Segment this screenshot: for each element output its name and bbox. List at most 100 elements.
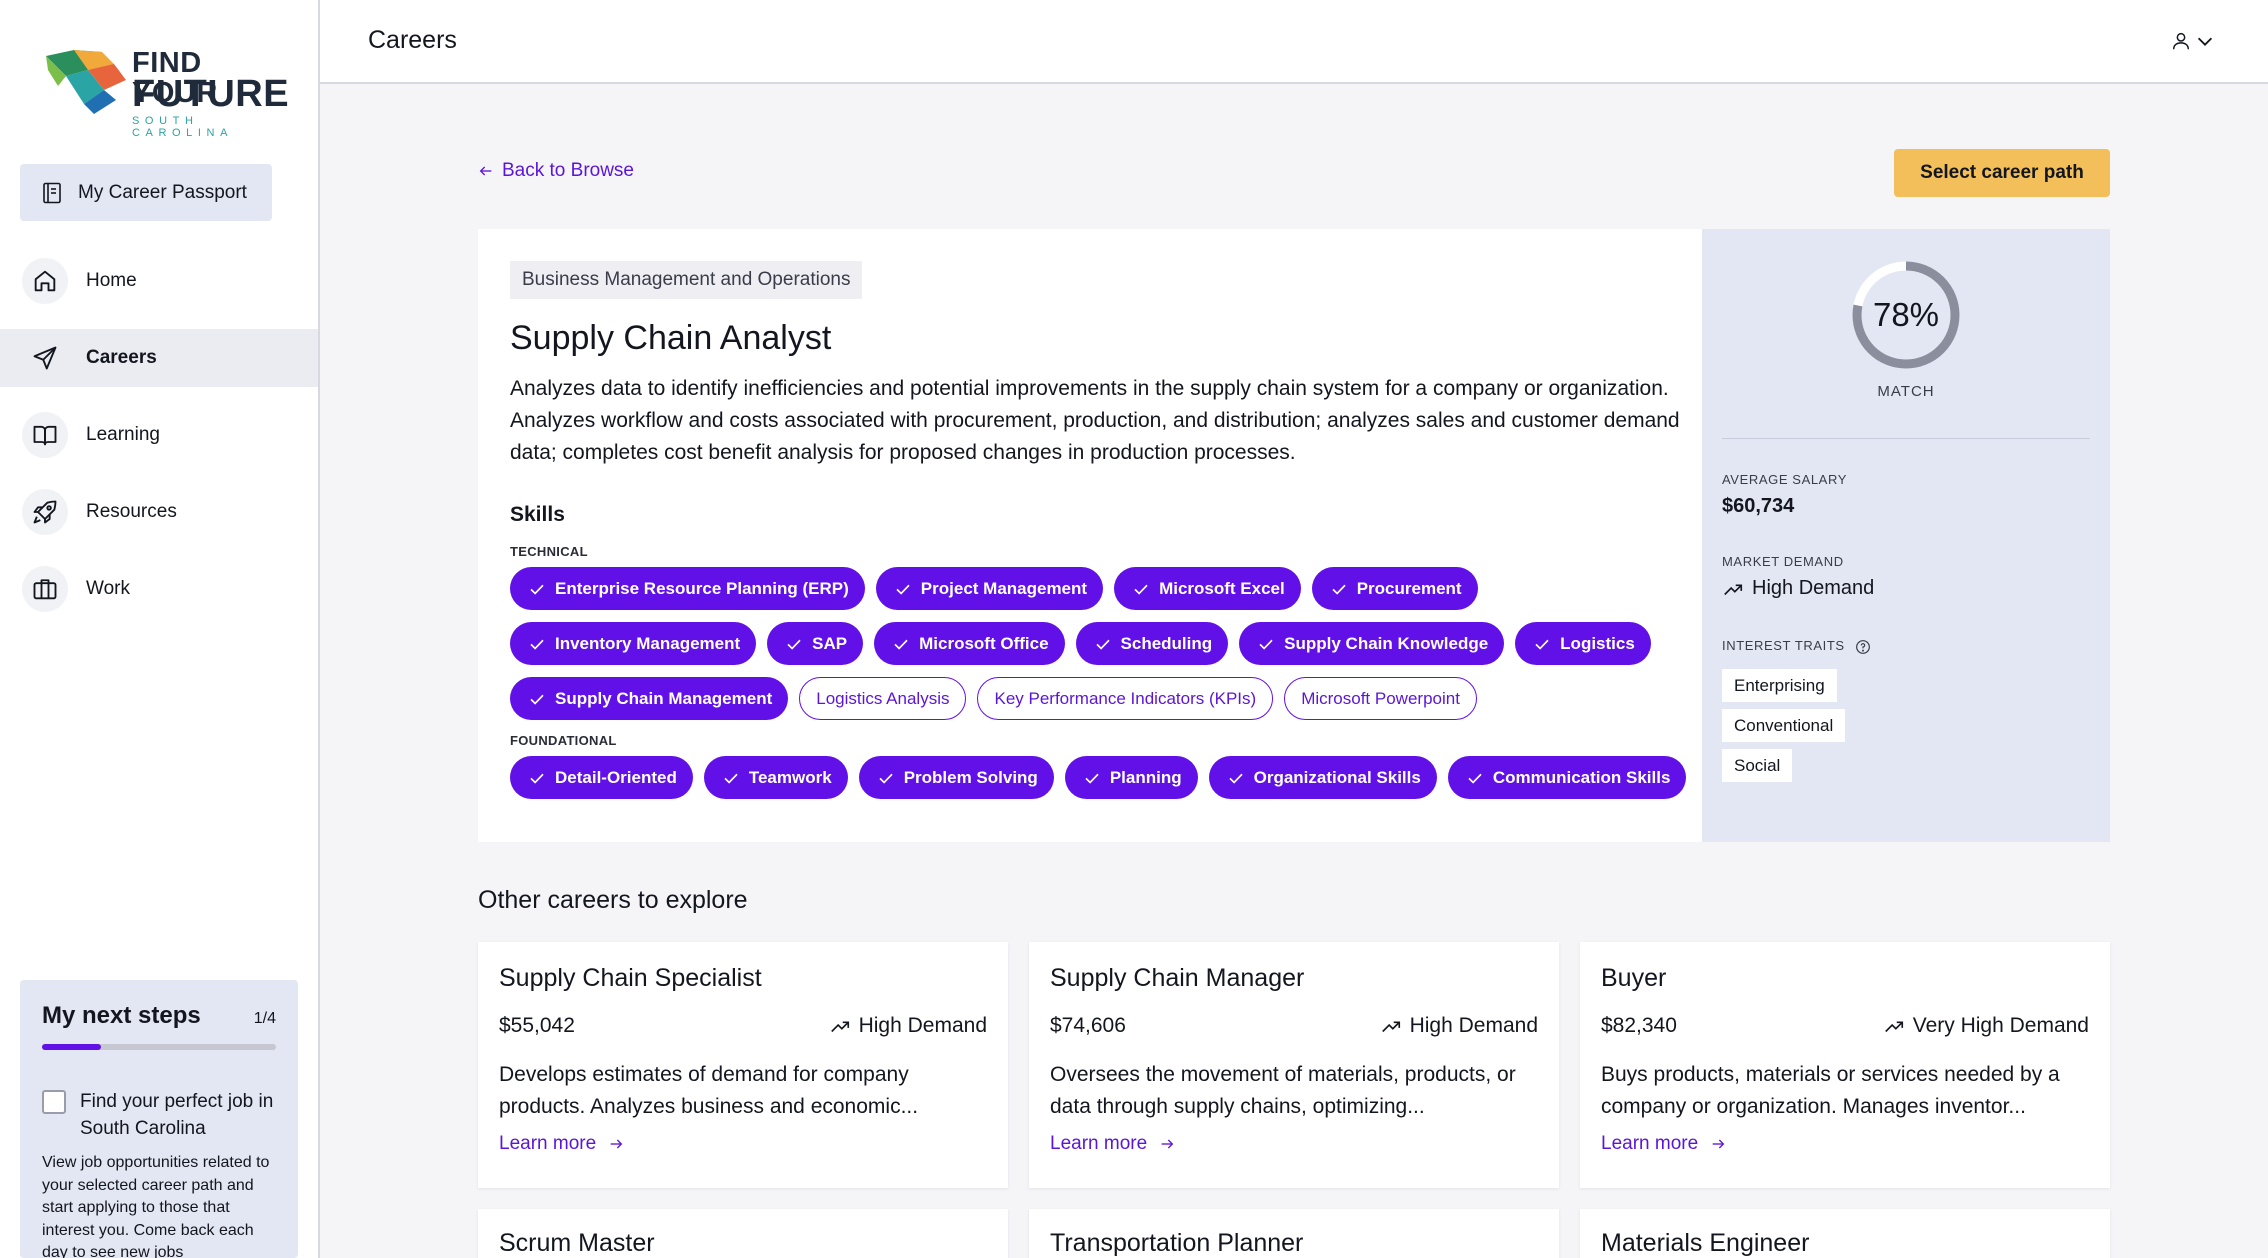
career-card[interactable]: Supply Chain Specialist $55,042 High Deman…	[478, 942, 1008, 1188]
skill-chip[interactable]: Microsoft Office	[874, 622, 1065, 665]
sidebar-item-label: Home	[86, 270, 137, 291]
trending-up-icon	[830, 1021, 849, 1033]
skill-chip[interactable]: Microsoft Excel	[1114, 567, 1301, 610]
next-steps-count: 1/4	[253, 1010, 276, 1027]
skill-chip[interactable]: Microsoft Powerpoint	[1284, 677, 1477, 720]
sidebar-item-label: Careers	[86, 347, 157, 368]
sidebar-item-careers[interactable]: Careers	[0, 329, 318, 387]
learn-more-link[interactable]: Learn more	[1601, 1133, 1726, 1155]
technical-skills-label: TECHNICAL	[510, 544, 588, 559]
learn-more-link[interactable]: Learn more	[1050, 1133, 1175, 1155]
skill-chip[interactable]: Logistics Analysis	[799, 677, 967, 720]
sidebar-item-label: Learning	[86, 424, 160, 445]
skill-chip[interactable]: Communication Skills	[1447, 756, 1687, 799]
skill-chip[interactable]: Inventory Management	[510, 622, 757, 665]
top-bar: Careers	[320, 0, 2268, 84]
skill-chip-label: Project Management	[920, 578, 1088, 598]
learn-more-link[interactable]: Learn more	[499, 1133, 624, 1155]
info-icon[interactable]	[1855, 639, 1871, 655]
career-passport-button[interactable]: My Career Passport	[20, 164, 272, 221]
skill-chip[interactable]: Detail-Oriented	[510, 756, 693, 799]
skill-chip-label: Procurement	[1356, 578, 1462, 598]
career-card[interactable]: Transportation Planner	[1029, 1209, 1559, 1258]
user-menu-button[interactable]	[2170, 30, 2216, 52]
task-title: Find your perfect job in South Carolina	[80, 1091, 274, 1139]
skill-chip-label: SAP	[812, 633, 848, 653]
sidebar-item-resources[interactable]: Resources	[0, 483, 318, 541]
check-icon	[894, 639, 908, 650]
trait-badge: Conventional	[1722, 709, 1846, 742]
trending-up-icon	[1381, 1021, 1400, 1033]
back-label: Back to Browse	[502, 160, 634, 181]
category-tag: Business Management and Operations	[510, 261, 863, 299]
rocket-icon	[22, 489, 68, 535]
interest-traits-heading: INTEREST TRAITS	[1722, 638, 1871, 655]
skill-chip[interactable]: Supply Chain Knowledge	[1239, 622, 1505, 665]
skill-chip[interactable]: SAP	[767, 622, 864, 665]
next-steps-title: My next steps	[42, 1002, 201, 1029]
demand-value: High Demand	[1722, 577, 1874, 600]
career-description: Analyzes data to identify inefficiencies…	[510, 377, 1680, 464]
next-steps-progress-bar	[42, 1044, 276, 1050]
skill-chip[interactable]: Problem Solving	[858, 756, 1054, 799]
task-checkbox[interactable]	[42, 1090, 66, 1114]
learn-more-label: Learn more	[1601, 1133, 1699, 1154]
select-career-path-button[interactable]: Select career path	[1894, 149, 2110, 197]
skill-chip[interactable]: Key Performance Indicators (KPIs)	[977, 677, 1274, 720]
career-card-title: Transportation Planner	[1050, 1229, 1304, 1257]
arrow-right-icon	[1712, 1139, 1725, 1149]
career-card[interactable]: Materials Engineer	[1580, 1209, 2110, 1258]
demand-label: MARKET DEMAND	[1722, 554, 1844, 569]
skill-chip-label: Inventory Management	[555, 633, 741, 653]
logo-text-line2: FUTURE	[132, 73, 290, 115]
passport-icon	[43, 182, 61, 203]
home-icon	[22, 258, 68, 304]
sidebar-nav: Home Careers Learning Resources Work	[0, 252, 318, 637]
skill-chip-label: Communication Skills	[1492, 767, 1671, 787]
skill-chip-label: Planning	[1109, 767, 1182, 787]
check-icon	[1229, 773, 1243, 784]
skill-chip[interactable]: Enterprise Resource Planning (ERP)	[510, 567, 865, 610]
sidebar-item-home[interactable]: Home	[0, 252, 318, 310]
check-icon	[530, 639, 544, 650]
panel-divider	[1722, 438, 2090, 439]
check-icon	[787, 639, 801, 650]
skill-chip-label: Microsoft Powerpoint	[1301, 688, 1460, 708]
skill-chip-label: Scheduling	[1120, 633, 1213, 653]
salary-value: $60,734	[1722, 495, 1795, 517]
skill-chip[interactable]: Supply Chain Management	[510, 677, 789, 720]
skill-chip[interactable]: Project Management	[875, 567, 1104, 610]
career-card[interactable]: Supply Chain Manager $74,606 High Demand Ov…	[1029, 942, 1559, 1188]
logo-mark-icon	[46, 50, 126, 114]
sidebar-item-label: Work	[86, 578, 130, 599]
check-icon	[1332, 584, 1346, 595]
career-card-title: Buyer	[1601, 964, 1667, 992]
check-icon	[1095, 639, 1110, 650]
skill-chip-label: Microsoft Excel	[1159, 578, 1285, 598]
sidebar: FIND YOUR FUTURE SOUTH CAROLINA My Caree…	[0, 0, 320, 1258]
match-gauge: 78%	[1851, 260, 1961, 370]
trending-up-icon	[1884, 1021, 1903, 1033]
salary-label: AVERAGE SALARY	[1722, 472, 1847, 487]
career-card-title: Materials Engineer	[1601, 1229, 1810, 1257]
sidebar-item-label: Resources	[86, 501, 177, 522]
skill-chip-label: Key Performance Indicators (KPIs)	[994, 688, 1257, 708]
skill-chip[interactable]: Organizational Skills	[1208, 756, 1437, 799]
skill-chip[interactable]: Teamwork	[703, 756, 848, 799]
skill-chip[interactable]: Scheduling	[1075, 622, 1229, 665]
sidebar-item-learning[interactable]: Learning	[0, 406, 318, 464]
career-card[interactable]: Scrum Master	[478, 1209, 1008, 1258]
career-card[interactable]: Buyer $82,340 Very High Demand Buys product…	[1580, 942, 2110, 1188]
skill-chip[interactable]: Planning	[1064, 756, 1198, 799]
career-card-demand-text: Very High Demand	[1912, 1014, 2089, 1037]
page-title: Careers	[368, 26, 457, 54]
interest-traits-list: Enterprising Conventional Social	[1722, 669, 1846, 782]
back-to-browse-link[interactable]: Back to Browse	[478, 160, 634, 182]
find-your-future-logo[interactable]: FIND YOUR FUTURE SOUTH CAROLINA	[44, 46, 289, 139]
skill-chip[interactable]: Procurement	[1311, 567, 1478, 610]
skill-chip-label: Enterprise Resource Planning (ERP)	[555, 578, 849, 598]
sidebar-item-work[interactable]: Work	[0, 560, 318, 618]
skill-chip[interactable]: Logistics	[1515, 622, 1651, 665]
check-icon	[1535, 639, 1549, 650]
career-card-description: Buys products, materials or services nee…	[1601, 1063, 2060, 1118]
